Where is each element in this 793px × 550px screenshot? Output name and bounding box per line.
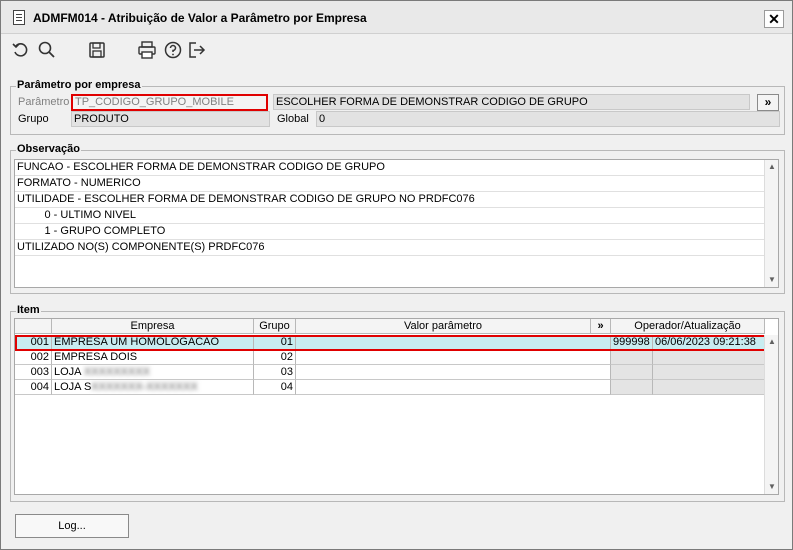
table-row[interactable]: 004 LOJA SXXXXXXX-XXXXXXX 04: [15, 380, 765, 395]
row-data: 06/06/2023 09:21:38: [653, 335, 765, 350]
row-code: 003: [15, 365, 52, 380]
row-valor-input[interactable]: [296, 380, 611, 395]
row-operador: [611, 365, 653, 380]
row-grupo: 03: [254, 365, 296, 380]
exit-icon[interactable]: [187, 40, 207, 60]
row-grupo: 02: [254, 350, 296, 365]
parametro-field[interactable]: TP_CODIGO_GRUPO_MOBILE: [71, 94, 268, 111]
scroll-up-icon[interactable]: ▲: [765, 160, 778, 174]
scroll-down-icon[interactable]: ▼: [765, 273, 778, 287]
row-data: [653, 380, 765, 395]
col-header-empresa[interactable]: Empresa: [52, 319, 254, 334]
log-button[interactable]: Log...: [15, 514, 129, 538]
row-data: [653, 350, 765, 365]
window-title: ADMFM014 - Atribuição de Valor a Parâmet…: [33, 11, 367, 25]
observation-line: FUNCAO - ESCOLHER FORMA DE DEMONSTRAR CO…: [15, 160, 765, 176]
save-icon[interactable]: [87, 40, 107, 60]
title-bar: ADMFM014 - Atribuição de Valor a Parâmet…: [1, 1, 792, 34]
global-label: Global: [277, 113, 309, 125]
row-empresa: LOJA XXXXXXXXX: [52, 365, 254, 380]
row-empresa-text: LOJA: [54, 366, 81, 378]
row-valor-input[interactable]: [296, 350, 611, 365]
param-group-title: Parâmetro por empresa: [16, 79, 142, 91]
item-grid[interactable]: Empresa Grupo Valor parâmetro » Operador…: [14, 318, 779, 495]
redacted-text: XXXXXXXXX: [83, 366, 151, 378]
row-grupo: 01: [254, 335, 296, 350]
observation-line: 1 - GRUPO COMPLETO: [15, 224, 765, 240]
row-data: [653, 365, 765, 380]
row-empresa-text: LOJA S: [54, 381, 92, 393]
toolbar: [1, 34, 792, 66]
parametro-description: ESCOLHER FORMA DE DEMONSTRAR CODIGO DE G…: [273, 94, 750, 110]
observation-line: UTILIZADO NO(S) COMPONENTE(S) PRDFC076: [15, 240, 765, 256]
parametro-label: Parâmetro: [18, 96, 70, 108]
row-grupo: 04: [254, 380, 296, 395]
obs-group-title: Observação: [16, 143, 81, 155]
row-operador: [611, 380, 653, 395]
scroll-down-icon[interactable]: ▼: [765, 480, 778, 494]
observation-scrollbar[interactable]: ▲ ▼: [764, 160, 778, 287]
item-group-title: Item: [16, 304, 41, 316]
table-row[interactable]: 001 EMPRESA UM HOMOLOGACAO 01 999998 06/…: [15, 335, 765, 350]
col-header-operador[interactable]: Operador/Atualização: [611, 319, 765, 334]
document-icon: [13, 10, 25, 25]
observation-list[interactable]: FUNCAO - ESCOLHER FORMA DE DEMONSTRAR CO…: [14, 159, 779, 288]
row-operador: [611, 350, 653, 365]
col-header-valor[interactable]: Valor parâmetro: [296, 319, 591, 334]
item-scrollbar[interactable]: ▲ ▼: [764, 335, 778, 494]
observation-line: 0 - ULTIMO NIVEL: [15, 208, 765, 224]
row-operador: 999998: [611, 335, 653, 350]
observation-line: FORMATO - NUMERICO: [15, 176, 765, 192]
col-header-code: [15, 319, 52, 334]
observation-line: UTILIDADE - ESCOLHER FORMA DE DEMONSTRAR…: [15, 192, 765, 208]
row-valor-input[interactable]: [296, 365, 611, 380]
row-empresa: LOJA SXXXXXXX-XXXXXXX: [52, 380, 254, 395]
close-button[interactable]: ✕: [764, 10, 784, 28]
row-valor-input[interactable]: [296, 335, 611, 350]
expand-parametro-button[interactable]: »: [757, 94, 779, 111]
table-row[interactable]: 002 EMPRESA DOIS 02: [15, 350, 765, 365]
search-icon[interactable]: [37, 40, 57, 60]
row-empresa: EMPRESA DOIS: [52, 350, 254, 365]
redacted-text: XXXXXXX-XXXXXXX: [91, 381, 198, 393]
row-empresa: EMPRESA UM HOMOLOGACAO: [52, 335, 254, 350]
undo-icon[interactable]: [11, 40, 31, 60]
help-icon[interactable]: [163, 40, 183, 60]
row-code: 002: [15, 350, 52, 365]
row-code: 004: [15, 380, 52, 395]
row-code: 001: [15, 335, 52, 350]
main-window: ADMFM014 - Atribuição de Valor a Parâmet…: [0, 0, 793, 550]
grupo-label: Grupo: [18, 113, 49, 125]
col-expand-button[interactable]: »: [591, 319, 611, 334]
col-header-grupo[interactable]: Grupo: [254, 319, 296, 334]
scroll-up-icon[interactable]: ▲: [765, 335, 778, 349]
global-field: 0: [316, 111, 780, 127]
grupo-field: PRODUTO: [71, 111, 270, 127]
table-row[interactable]: 003 LOJA XXXXXXXXX 03: [15, 365, 765, 380]
print-icon[interactable]: [137, 40, 157, 60]
